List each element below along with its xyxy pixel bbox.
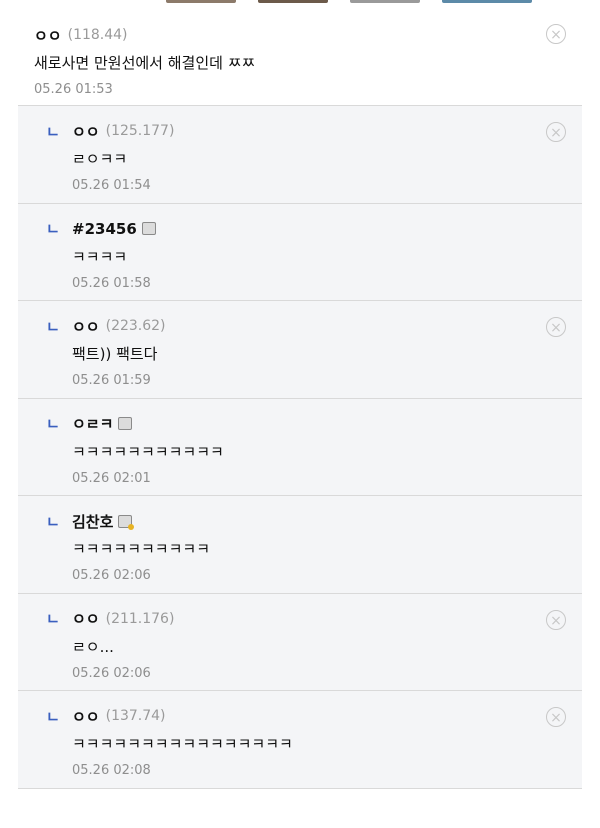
delete-circle-icon[interactable]: × bbox=[546, 24, 566, 44]
comment-ip: (211.176) bbox=[105, 610, 175, 627]
comment-ip: (118.44) bbox=[67, 27, 128, 43]
reply-arrow-icon: ㄴ bbox=[46, 415, 60, 433]
comment-text: ㅋㅋㅋㅋㅋㅋㅋㅋㅋㅋㅋㅋㅋㅋㅋㅋ bbox=[72, 735, 293, 753]
delete-circle-icon[interactable]: × bbox=[546, 317, 566, 337]
comment-text: 새로사면 만원선에서 해결인데 ㅉㅉ bbox=[34, 54, 256, 72]
thumbnail-edge[interactable] bbox=[258, 0, 328, 3]
comment-header: ㅇㅇ (118.44) bbox=[34, 24, 582, 46]
comment-text: 팩트)) 팩트다 bbox=[72, 345, 158, 363]
comment-nickname[interactable]: ㅇㅇ bbox=[34, 25, 62, 46]
comment-timestamp: 05.26 02:08 bbox=[72, 763, 151, 778]
member-badge-icon bbox=[141, 222, 156, 235]
delete-circle-icon[interactable]: × bbox=[546, 707, 566, 727]
comment-header: ㄴ 김찬호 bbox=[46, 510, 582, 532]
comment-timestamp: 05.26 01:53 bbox=[34, 82, 113, 97]
reply-item: ㄴ #23456 ㅋㅋㅋㅋ 05.26 01:58 bbox=[18, 203, 582, 301]
comment-nickname[interactable]: ㅇㄹㅋ bbox=[72, 413, 113, 434]
comment-text: ㅋㅋㅋㅋㅋㅋㅋㅋㅋㅋㅋ bbox=[72, 442, 224, 461]
thumbnail-edge[interactable] bbox=[166, 0, 236, 3]
reply-item: ㄴㅇㅇ (125.177) ㄹㅇㅋㅋ 05.26 01:54 × bbox=[18, 106, 582, 204]
comment-header: ㄴㅇㅇ (137.74) bbox=[46, 705, 582, 727]
comment-nickname[interactable]: ㅇㅇ bbox=[72, 316, 100, 337]
comment-ip: (137.74) bbox=[105, 708, 166, 724]
member-badge-icon bbox=[118, 514, 135, 530]
comment-timestamp: 05.26 01:59 bbox=[72, 373, 151, 388]
comment-text: ㅋㅋㅋㅋㅋㅋㅋㅋㅋㅋ bbox=[72, 540, 211, 558]
comment-ip: (223.62) bbox=[105, 318, 166, 334]
comment-header: ㄴㅇㅇ (125.177) bbox=[46, 120, 582, 142]
comment-timestamp: 05.26 01:58 bbox=[72, 275, 151, 291]
comment-nickname[interactable]: ㅇㅇ bbox=[72, 608, 100, 629]
comment-timestamp: 05.26 02:01 bbox=[72, 470, 151, 486]
comment-timestamp: 05.26 02:06 bbox=[72, 568, 151, 583]
comment-text: ㄹㅇ... bbox=[72, 637, 114, 656]
comment-timestamp: 05.26 02:06 bbox=[72, 665, 151, 681]
comment-text: ㅋㅋㅋㅋ bbox=[72, 247, 128, 266]
comment-text: ㄹㅇㅋㅋ bbox=[72, 150, 128, 168]
reply-item: ㄴㅇㅇ (211.176) ㄹㅇ... 05.26 02:06 × bbox=[18, 593, 582, 691]
reply-arrow-icon: ㄴ bbox=[46, 707, 60, 726]
member-badge-icon bbox=[118, 417, 133, 430]
reply-arrow-icon: ㄴ bbox=[46, 317, 60, 336]
reply-arrow-icon: ㄴ bbox=[46, 512, 60, 531]
reply-item: ㄴㅇㅇ (137.74) ㅋㅋㅋㅋㅋㅋㅋㅋㅋㅋㅋㅋㅋㅋㅋㅋ 05.26 02:08 × bbox=[18, 691, 582, 789]
comment-timestamp: 05.26 01:54 bbox=[72, 178, 151, 193]
comment-item: ㅇㅇ (118.44) 새로사면 만원선에서 해결인데 ㅉㅉ 05.26 01:53 × bbox=[18, 10, 582, 106]
reply-item: ㄴ 김찬호 ㅋㅋㅋㅋㅋㅋㅋㅋㅋㅋ 05.26 02:06 bbox=[18, 496, 582, 594]
comment-header: ㄴ #23456 bbox=[46, 218, 582, 240]
reply-item: ㄴㅇㄹㅋㅋㅋㅋㅋㅋㅋㅋㅋㅋㅋㅋ 05.26 02:01 bbox=[18, 398, 582, 496]
reply-arrow-icon: ㄴ bbox=[46, 610, 60, 628]
comment-nickname[interactable]: #23456 bbox=[72, 220, 137, 238]
reply-arrow-icon: ㄴ bbox=[46, 220, 60, 238]
reply-arrow-icon: ㄴ bbox=[46, 122, 60, 141]
comment-nickname[interactable]: 김찬호 bbox=[72, 511, 113, 532]
comment-header: ㄴㅇㅇ (223.62) bbox=[46, 315, 582, 337]
delete-circle-icon[interactable]: × bbox=[546, 609, 566, 630]
reply-item: ㄴㅇㅇ (223.62) 팩트)) 팩트다 05.26 01:59 × bbox=[18, 301, 582, 399]
top-image-strip bbox=[0, 0, 600, 10]
comment-list: ㅇㅇ (118.44) 새로사면 만원선에서 해결인데 ㅉㅉ 05.26 01:53 ×… bbox=[18, 10, 582, 789]
comment-header: ㄴㅇㅇ (211.176) bbox=[46, 608, 582, 630]
thumbnail-edge[interactable] bbox=[442, 0, 532, 3]
comment-ip: (125.177) bbox=[105, 123, 175, 139]
thumbnail-edge[interactable] bbox=[350, 0, 420, 3]
comment-nickname[interactable]: ㅇㅇ bbox=[72, 706, 100, 727]
comment-nickname[interactable]: ㅇㅇ bbox=[72, 121, 100, 142]
comment-header: ㄴㅇㄹㅋ bbox=[46, 413, 582, 435]
delete-circle-icon[interactable]: × bbox=[546, 122, 566, 142]
